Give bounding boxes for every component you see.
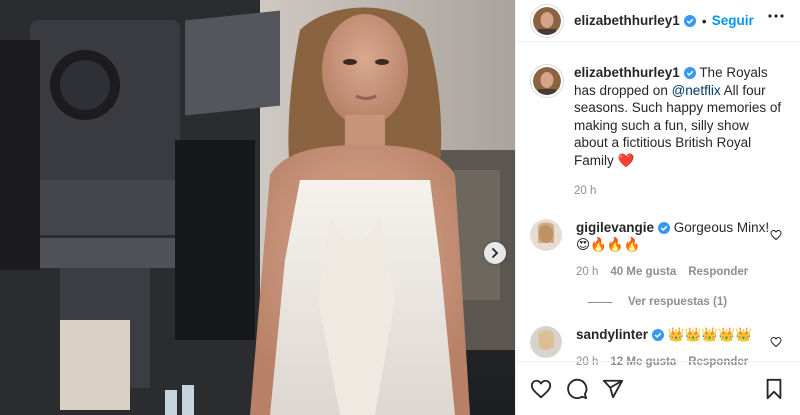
caption-text: elizabethhurley1 The Royals has dropped … (574, 64, 784, 169)
verified-badge-icon (658, 221, 671, 234)
caption-avatar[interactable] (530, 64, 564, 98)
bookmark-icon (766, 378, 782, 399)
follow-button[interactable]: Seguir (712, 13, 754, 28)
comments-section: elizabethhurley1 The Royals has dropped … (516, 42, 800, 368)
caption-row: elizabethhurley1 The Royals has dropped … (528, 64, 788, 201)
author-username[interactable]: elizabethhurley1 (574, 13, 680, 28)
more-options-icon[interactable] (768, 14, 784, 18)
comment-time[interactable]: 20 h (576, 266, 598, 278)
verified-badge-icon (652, 329, 665, 341)
share-icon (602, 379, 624, 398)
view-replies-label: Ver respuestas (1) (628, 296, 728, 308)
heart-icon (530, 379, 552, 398)
comment-body: gigilevangie Gorgeous Minx! 😍🔥🔥🔥 20 h 40 … (576, 219, 776, 282)
comment-likes[interactable]: 40 Me gusta (610, 266, 676, 278)
chevron-right-icon (492, 248, 499, 258)
instagram-post: elizabethhurley1 • Seguir elizabethhurle… (0, 0, 800, 415)
author-avatar[interactable] (530, 3, 564, 38)
like-button[interactable] (530, 378, 552, 400)
comment-button[interactable] (566, 378, 588, 400)
caption-body: elizabethhurley1 The Royals has dropped … (574, 64, 784, 201)
view-replies-button[interactable]: Ver respuestas (1) (588, 296, 788, 308)
post-action-bar (516, 361, 800, 415)
comment-like-heart-icon[interactable] (770, 229, 782, 241)
avatar-image (533, 67, 561, 97)
avatar-image (533, 6, 561, 37)
verified-badge-icon (683, 14, 696, 27)
caption-emoji: ❤️ (617, 152, 635, 168)
comment-text: 👑👑👑👑👑 (667, 327, 752, 342)
post-photo[interactable] (0, 0, 515, 415)
comment-meta: 20 h 40 Me gusta Responder (576, 264, 776, 282)
comment-like-heart-icon[interactable] (770, 336, 782, 348)
share-button[interactable] (602, 378, 624, 400)
replies-divider (588, 301, 612, 303)
caption-mention-link[interactable]: @netflix (672, 83, 721, 98)
next-photo-button[interactable] (484, 242, 506, 264)
comment-username[interactable]: gigilevangie (576, 220, 654, 235)
post-side-panel: elizabethhurley1 • Seguir elizabethhurle… (515, 0, 800, 415)
save-button[interactable] (764, 378, 784, 400)
comment-row: gigilevangie Gorgeous Minx! 😍🔥🔥🔥 20 h 40 … (528, 218, 788, 282)
reply-button[interactable]: Responder (688, 266, 748, 278)
comment-avatar[interactable] (530, 218, 562, 251)
verified-badge-icon (683, 67, 696, 79)
comment-icon (567, 378, 588, 399)
post-header: elizabethhurley1 • Seguir (516, 0, 800, 42)
comment-username[interactable]: sandylinter (576, 327, 648, 342)
caption-username[interactable]: elizabethhurley1 (574, 65, 680, 80)
comment-avatar[interactable] (530, 326, 562, 358)
photo-scene (0, 0, 515, 415)
separator-dot: • (701, 12, 707, 29)
caption-time[interactable]: 20 h (574, 183, 784, 201)
